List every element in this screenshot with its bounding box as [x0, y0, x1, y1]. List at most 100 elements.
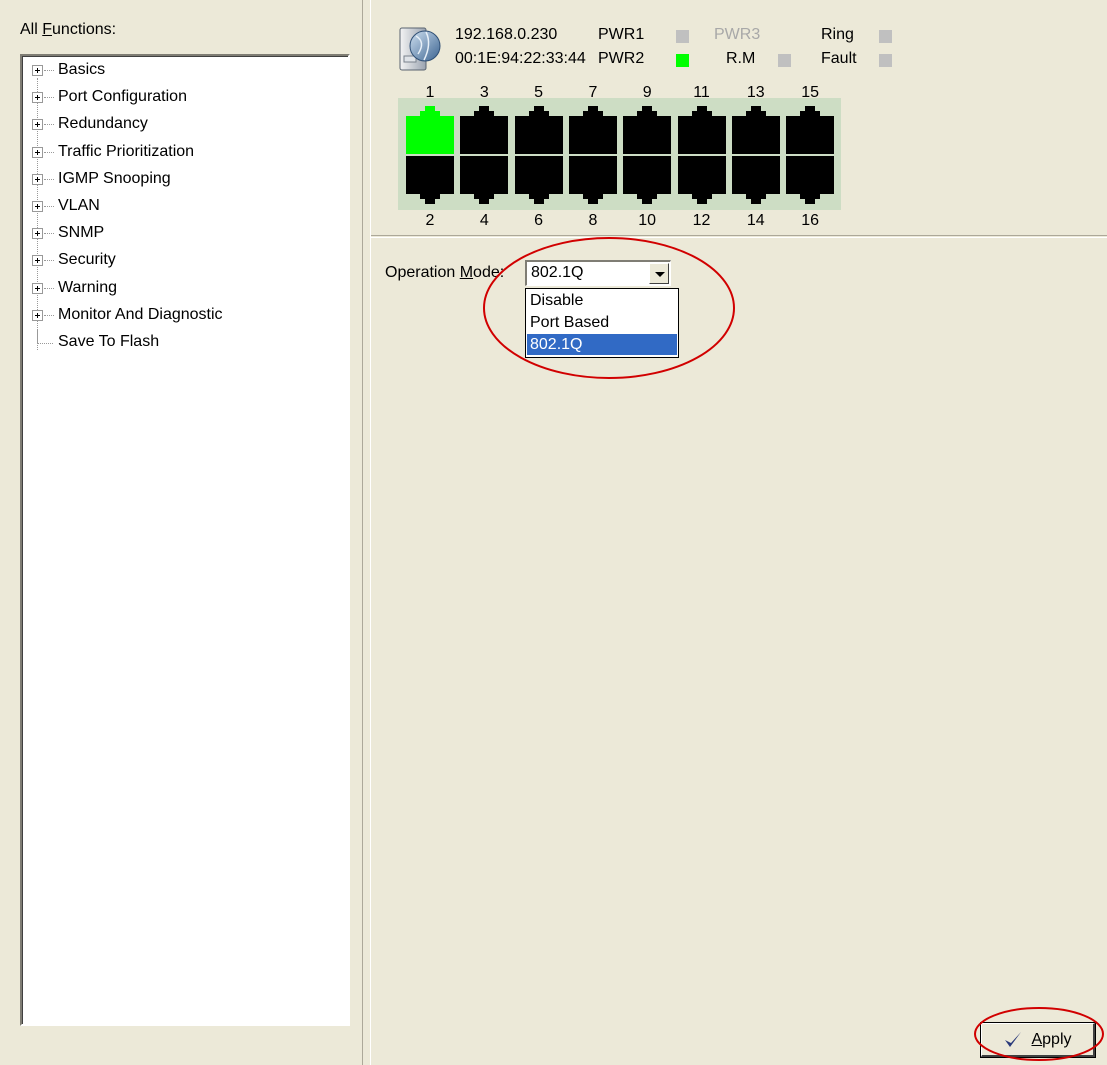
tree-connector [37, 330, 38, 343]
chevron-down-icon [655, 272, 665, 277]
tree-item-warning[interactable]: Warning [22, 276, 342, 303]
port-number-label: 8 [588, 212, 598, 229]
port-4[interactable] [460, 156, 509, 204]
pwr3-label: PWR3 [714, 26, 761, 43]
port-number-label: 2 [425, 212, 435, 229]
tree-item-security[interactable]: Security [22, 248, 342, 275]
switch-port-panel [398, 98, 841, 210]
pwr2-label: PWR2 [598, 50, 645, 67]
port-number-label: 10 [638, 212, 657, 229]
mac-address: 00:1E:94:22:33:44 [455, 50, 586, 67]
function-tree-pane: All Functions: Basics Port Configuration R… [0, 0, 363, 1065]
operation-mode-label: Operation Mode: [385, 264, 505, 281]
tree-item-port-configuration[interactable]: Port Configuration [22, 85, 342, 112]
port-14[interactable] [731, 156, 780, 204]
ring-led [879, 30, 892, 43]
tree-connector [44, 97, 54, 99]
tree-item-label: Port Configuration [58, 88, 187, 106]
tree-item-basics[interactable]: Basics [22, 58, 342, 85]
tree-item-label: SNMP [58, 224, 105, 242]
fault-led [879, 54, 892, 67]
tree-item-vlan[interactable]: VLAN [22, 194, 342, 221]
operation-mode-select[interactable]: 802.1Q [525, 260, 671, 286]
fault-label: Fault [821, 50, 857, 67]
apply-button[interactable]: Apply [980, 1022, 1096, 1058]
option-disable[interactable]: Disable [527, 290, 677, 311]
port-number-label: 14 [746, 212, 765, 229]
port-number-label: 6 [534, 212, 544, 229]
ring-label: Ring [821, 26, 854, 43]
apply-label: Apply [1031, 1030, 1072, 1048]
port-3[interactable] [460, 106, 509, 154]
port-9[interactable] [623, 106, 672, 154]
tree-connector [44, 206, 54, 207]
tree-connector [44, 233, 54, 235]
port-number-label: 16 [801, 212, 819, 229]
rm-led [778, 54, 791, 67]
expand-plus-icon[interactable] [32, 201, 43, 212]
tree-connector [44, 151, 54, 153]
option-port-based[interactable]: Port Based [527, 312, 677, 333]
port-number-label: 4 [479, 212, 489, 229]
tree-item-monitor-and-diagnostic[interactable]: Monitor And Diagnostic [22, 303, 342, 330]
tree-connector [44, 287, 54, 289]
port-2[interactable] [406, 156, 454, 204]
content-pane: 192.168.0.230 00:1E:94:22:33:44 PWR1 PWR… [370, 0, 1107, 1065]
expand-plus-icon[interactable] [32, 65, 43, 76]
dropdown-arrow-button[interactable] [649, 263, 669, 284]
expand-plus-icon[interactable] [32, 282, 43, 294]
tree-item-snmp[interactable]: SNMP [22, 221, 342, 248]
expand-plus-icon[interactable] [32, 119, 43, 131]
port-1[interactable] [406, 106, 454, 154]
tree-connector [44, 260, 54, 262]
tree-item-label: Warning [58, 278, 117, 296]
port-15[interactable] [786, 106, 835, 154]
tree-item-label: Redundancy [58, 115, 148, 133]
function-tree[interactable]: Basics Port Configuration Redundancy Traffi… [20, 54, 350, 1026]
expand-plus-icon[interactable] [32, 255, 43, 267]
tree-item-label: Basics [58, 61, 106, 78]
expand-plus-icon[interactable] [32, 92, 43, 104]
port-5[interactable] [514, 106, 563, 154]
tree-item-label: Traffic Prioritization [58, 142, 195, 160]
tree-connector [44, 124, 54, 126]
panel-divider [371, 237, 1107, 238]
port-10[interactable] [623, 156, 672, 204]
tree-connector [37, 343, 53, 344]
tree-item-save-to-flash[interactable]: Save To Flash [22, 330, 342, 357]
pwr2-led [676, 54, 689, 67]
tree-item-traffic-prioritization[interactable]: Traffic Prioritization [22, 140, 342, 167]
port-6[interactable] [514, 156, 563, 204]
port-number-label: 12 [692, 212, 711, 229]
expand-plus-icon[interactable] [32, 173, 43, 185]
ip-address: 192.168.0.230 [455, 26, 558, 43]
tree-item-redundancy[interactable]: Redundancy [22, 112, 342, 139]
switch-device-icon [399, 27, 441, 71]
all-functions-label: All Functions: [20, 21, 117, 38]
pwr1-led [676, 30, 689, 43]
checkmark-icon [1005, 1031, 1022, 1047]
option-802-1q[interactable]: 802.1Q [527, 334, 677, 355]
tree-item-label: Security [58, 251, 116, 269]
tree-connector [44, 314, 54, 316]
rm-label: R.M [726, 50, 756, 67]
port-13[interactable] [731, 106, 780, 154]
switch-status-panel: 192.168.0.230 00:1E:94:22:33:44 PWR1 PWR… [371, 8, 1107, 236]
expand-plus-icon[interactable] [32, 309, 43, 321]
port-12[interactable] [677, 156, 726, 204]
operation-mode-options[interactable]: Disable Port Based 802.1Q [525, 288, 679, 358]
tree-connector [44, 70, 54, 71]
tree-item-label: IGMP Snooping [58, 169, 171, 187]
port-8[interactable] [568, 156, 617, 204]
operation-mode-value: 802.1Q [531, 264, 584, 281]
port-7[interactable] [568, 106, 617, 154]
tree-item-label: Save To Flash [58, 333, 160, 350]
expand-plus-icon[interactable] [32, 146, 43, 158]
tree-connector [44, 178, 54, 180]
tree-item-label: VLAN [58, 197, 100, 214]
tree-item-label: Monitor And Diagnostic [58, 305, 223, 323]
port-16[interactable] [786, 156, 835, 204]
port-11[interactable] [677, 106, 726, 154]
tree-item-igmp-snooping[interactable]: IGMP Snooping [22, 167, 342, 194]
expand-plus-icon[interactable] [32, 228, 43, 240]
